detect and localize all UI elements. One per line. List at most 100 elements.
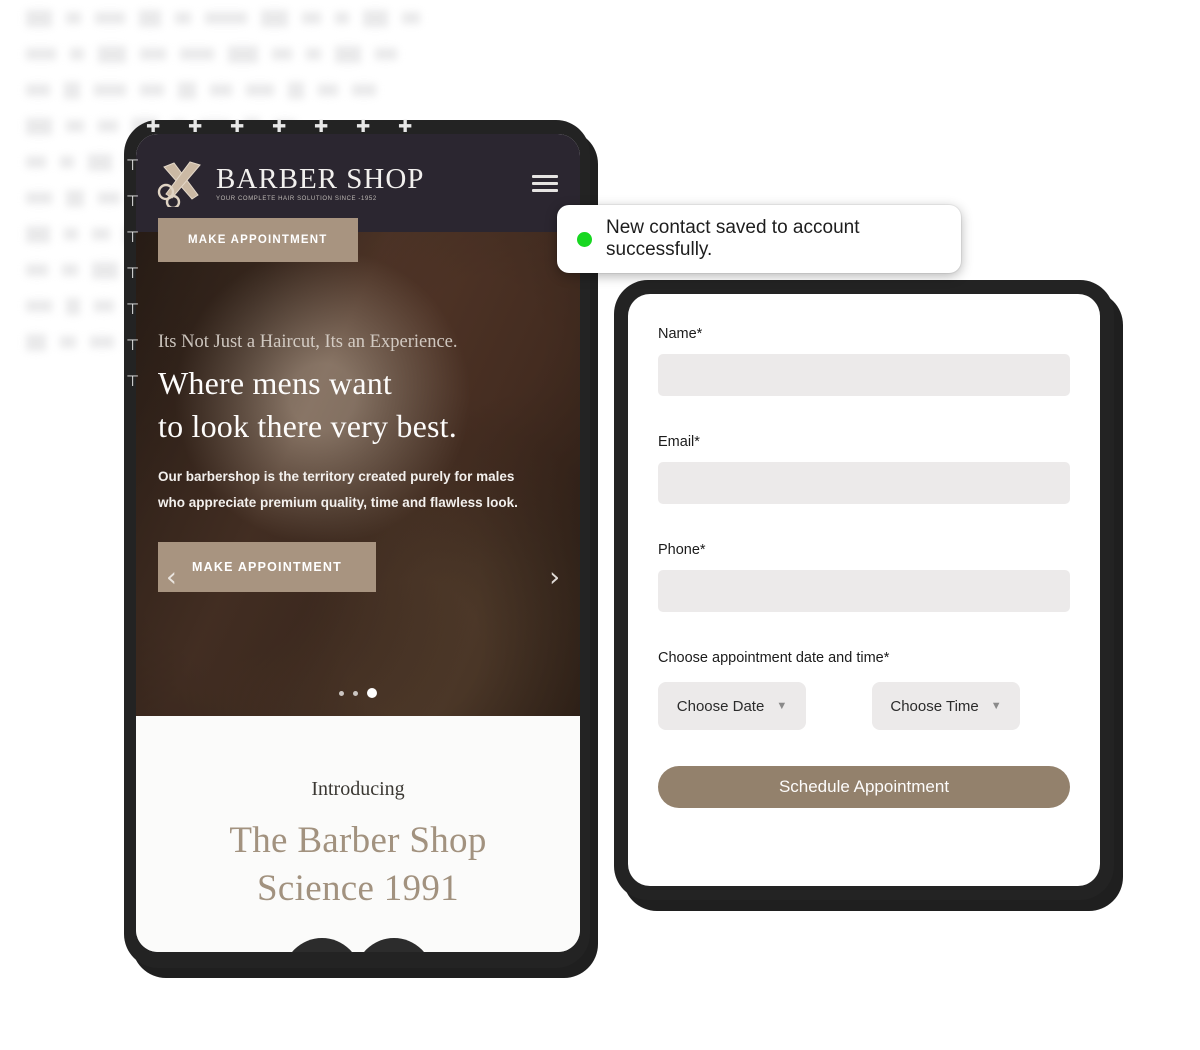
intro-section: Introducing The Barber Shop Science 1991 <box>136 716 580 952</box>
blurred-text-row <box>0 0 420 36</box>
blurred-text-block <box>140 84 164 96</box>
intro-illustration <box>283 938 433 952</box>
blurred-text-block <box>26 264 48 276</box>
blurred-text-block <box>306 48 321 60</box>
blurred-text-block <box>26 117 52 135</box>
blurred-text-block <box>260 9 289 27</box>
blurred-text-block <box>64 81 80 99</box>
blurred-text-block <box>288 81 304 99</box>
carousel-dot-1[interactable] <box>339 690 344 696</box>
menu-bar <box>532 188 558 192</box>
hero-title-line-1: Where mens want <box>158 365 393 401</box>
blurred-text-block <box>26 156 46 168</box>
datetime-selectors-row: Choose Date ▼ Choose Time ▼ <box>658 682 1070 730</box>
hero-description: Our barbershop is the territory created … <box>158 468 518 511</box>
intro-kicker: Introducing <box>311 778 405 800</box>
blurred-text-block <box>180 48 214 60</box>
toast-message: New contact saved to account successfull… <box>606 217 860 260</box>
phone-label: Phone* <box>658 542 706 558</box>
blurred-text-block <box>65 12 82 24</box>
blurred-text-block <box>26 192 52 204</box>
blurred-text-block <box>94 84 126 96</box>
blurred-text-block <box>98 45 126 63</box>
blurred-text-block <box>402 12 420 24</box>
choose-date-dropdown[interactable]: Choose Date ▼ <box>658 682 806 730</box>
blurred-text-block <box>210 84 232 96</box>
blurred-text-block <box>64 228 78 240</box>
appointment-form: Name* Email* Phone* Choose appointment d… <box>628 294 1100 886</box>
blurred-text-block <box>62 264 78 276</box>
chevron-down-icon: ▼ <box>776 700 788 712</box>
blurred-text-block <box>60 336 76 348</box>
blurred-text-block <box>66 297 80 315</box>
blurred-text-block <box>95 12 125 24</box>
blurred-text-block <box>60 156 74 168</box>
intro-title-line-2: Science 1991 <box>257 868 459 910</box>
blurred-text-row <box>0 36 420 72</box>
phone-input[interactable] <box>658 570 1070 612</box>
illustration-shape-right <box>355 938 433 952</box>
brand-text-block: BARBER SHOP YOUR COMPLETE HAIR SOLUTION … <box>216 162 425 203</box>
blurred-text-block <box>98 192 120 204</box>
blurred-text-block <box>70 48 84 60</box>
blurred-text-block <box>334 12 349 24</box>
blurred-text-block <box>228 45 258 63</box>
email-input[interactable] <box>658 462 1070 504</box>
blurred-text-block <box>375 48 397 60</box>
menu-bar <box>532 174 558 178</box>
email-field-group: Email* <box>658 434 1070 504</box>
datetime-label: Choose appointment date and time* <box>658 650 890 666</box>
brand-logo[interactable]: BARBER SHOP YOUR COMPLETE HAIR SOLUTION … <box>154 159 424 207</box>
blurred-text-block <box>174 12 192 24</box>
toast-notification: New contact saved to account successfull… <box>557 205 961 273</box>
chevron-left-icon[interactable]: ‹ <box>166 562 177 593</box>
blurred-text-row <box>0 72 420 108</box>
blurred-text-block <box>90 336 114 348</box>
hero-carousel: Its Not Just a Haircut, Its an Experienc… <box>136 232 580 716</box>
blurred-text-block <box>88 153 112 171</box>
chevron-right-icon[interactable]: › <box>549 562 560 593</box>
blurred-text-block <box>26 225 50 243</box>
blurred-text-block <box>140 48 166 60</box>
blurred-text-block <box>26 84 50 96</box>
blurred-text-block <box>26 333 46 351</box>
intro-title-line-1: The Barber Shop <box>229 820 487 861</box>
top-cta-container: MAKE APPOINTMENT <box>158 218 358 262</box>
blurred-text-block <box>26 9 52 27</box>
blurred-text-block <box>352 84 376 96</box>
email-label: Email* <box>658 434 700 450</box>
blurred-text-block <box>302 12 321 24</box>
blurred-text-block <box>178 81 196 99</box>
make-appointment-button-hero[interactable]: MAKE APPOINTMENT <box>158 542 376 593</box>
brand-name: BARBER SHOP <box>216 162 425 195</box>
green-status-dot-icon <box>577 231 592 247</box>
illustration-shape-left <box>283 938 361 952</box>
blurred-text-block <box>246 84 274 96</box>
brand-tagline: YOUR COMPLETE HAIR SOLUTION SINCE -1952 <box>216 196 377 203</box>
hamburger-menu-icon[interactable] <box>532 174 558 192</box>
blurred-text-block <box>26 48 56 60</box>
schedule-appointment-button[interactable]: Schedule Appointment <box>658 766 1070 808</box>
blurred-text-block <box>272 48 292 60</box>
name-input[interactable] <box>658 354 1070 396</box>
blurred-text-block <box>92 228 110 240</box>
blurred-text-block <box>335 45 361 63</box>
hero-title-line-2: to look there very best. <box>158 407 457 444</box>
blurred-text-block <box>205 12 247 24</box>
choose-time-label: Choose Time <box>890 697 979 715</box>
chevron-down-icon: ▼ <box>990 700 1002 712</box>
name-label: Name* <box>658 326 703 342</box>
hero-kicker: Its Not Just a Haircut, Its an Experienc… <box>158 332 458 352</box>
carousel-dot-2[interactable] <box>353 690 358 696</box>
phone-field-group: Phone* <box>658 542 1070 612</box>
intro-title: The Barber Shop Science 1991 <box>136 817 580 913</box>
choose-time-dropdown[interactable]: Choose Time ▼ <box>872 682 1020 730</box>
carousel-dots <box>136 688 580 698</box>
make-appointment-button-top[interactable]: MAKE APPOINTMENT <box>158 218 358 262</box>
blurred-text-block <box>92 261 118 279</box>
phone-screen: BARBER SHOP YOUR COMPLETE HAIR SOLUTION … <box>136 134 580 952</box>
blurred-text-block <box>26 300 52 312</box>
choose-date-label: Choose Date <box>676 697 765 715</box>
carousel-dot-3-active[interactable] <box>367 688 377 698</box>
phone-device-mockup: BARBER SHOP YOUR COMPLETE HAIR SOLUTION … <box>124 119 590 968</box>
